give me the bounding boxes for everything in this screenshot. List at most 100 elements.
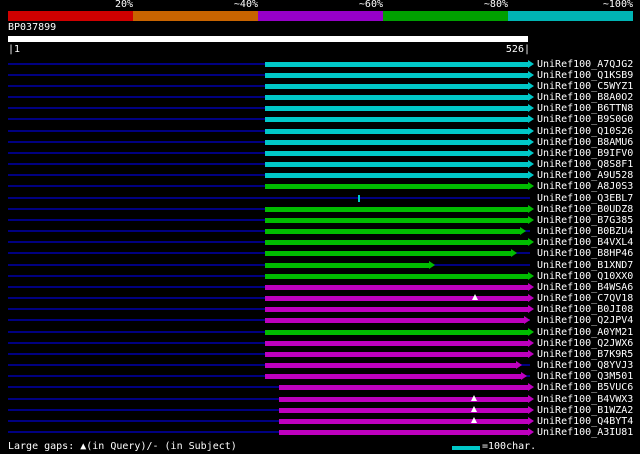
- hit-bar[interactable]: [265, 285, 528, 290]
- hit-bar[interactable]: [265, 352, 528, 357]
- hit-bar[interactable]: [265, 184, 528, 189]
- gap-triangle-icon: [471, 406, 477, 412]
- hit-label[interactable]: UniRef100_B4VXL4: [537, 237, 633, 248]
- hit-arrowhead-icon: [524, 316, 530, 324]
- scale-label-5: ~100%: [602, 0, 633, 10]
- scale-label-4: ~80%: [483, 0, 508, 10]
- hit-bar[interactable]: [265, 173, 528, 178]
- hit-label[interactable]: UniRef100_Q8S8F1: [537, 159, 633, 170]
- hit-label[interactable]: UniRef100_B9S0G0: [537, 114, 633, 125]
- hit-label[interactable]: UniRef100_B8HP46: [537, 248, 633, 259]
- hit-bar[interactable]: [265, 274, 528, 279]
- query-end-tick: 526|: [505, 44, 530, 55]
- hit-label[interactable]: UniRef100_B0UDZ8: [537, 204, 633, 215]
- hit-arrowhead-icon: [528, 149, 534, 157]
- hit-bar[interactable]: [265, 251, 511, 256]
- hit-bar[interactable]: [265, 307, 528, 312]
- hit-arrowhead-icon: [528, 205, 534, 213]
- hit-label[interactable]: UniRef100_B0BZU4: [537, 226, 633, 237]
- hit-bar[interactable]: [265, 73, 528, 78]
- hit-bar[interactable]: [265, 218, 528, 223]
- hit-label[interactable]: UniRef100_B8AMU6: [537, 137, 633, 148]
- hit-label[interactable]: UniRef100_C5WYZ1: [537, 81, 633, 92]
- hit-bar[interactable]: [265, 330, 528, 335]
- hit-arrowhead-icon: [528, 395, 534, 403]
- hit-label[interactable]: UniRef100_B0JI08: [537, 304, 633, 315]
- hit-arrowhead-icon: [528, 238, 534, 246]
- hit-bar[interactable]: [265, 129, 528, 134]
- hit-bar[interactable]: [265, 363, 516, 368]
- hit-bar[interactable]: [265, 84, 528, 89]
- scale-segment-5: [508, 11, 633, 21]
- hit-label[interactable]: UniRef100_B7K9R5: [537, 349, 633, 360]
- hit-label[interactable]: UniRef100_B7G385: [537, 215, 633, 226]
- hit-label[interactable]: UniRef100_B4VWX3: [537, 394, 633, 405]
- hit-label[interactable]: UniRef100_C7QV18: [537, 293, 633, 304]
- hit-arrowhead-icon: [528, 350, 534, 358]
- query-name: BP037899: [8, 22, 57, 33]
- hit-label[interactable]: UniRef100_A7QJG2: [537, 59, 633, 70]
- hit-bar[interactable]: [265, 263, 429, 268]
- hit-label[interactable]: UniRef100_B1XND7: [537, 260, 633, 271]
- hit-bar[interactable]: [265, 62, 528, 67]
- hit-label[interactable]: UniRef100_B8A0O2: [537, 92, 633, 103]
- hit-arrowhead-icon: [528, 272, 534, 280]
- hit-bar[interactable]: [265, 151, 528, 156]
- hit-label[interactable]: UniRef100_B4WSA6: [537, 282, 633, 293]
- hit-label[interactable]: UniRef100_Q3M501: [537, 371, 633, 382]
- blast-alignment-graphic: 20% ~40% ~60% ~80% ~100% BP037899 |1 526| Un…: [0, 0, 640, 454]
- hit-label[interactable]: UniRef100_A3IU81: [537, 427, 633, 438]
- hit-arrowhead-icon: [528, 71, 534, 79]
- hit-label[interactable]: UniRef100_B9IFV0: [537, 148, 633, 159]
- hit-bar[interactable]: [265, 95, 528, 100]
- hit-bar[interactable]: [265, 229, 520, 234]
- hit-label[interactable]: UniRef100_A9U528: [537, 170, 633, 181]
- hit-label[interactable]: UniRef100_Q4BYT4: [537, 416, 633, 427]
- hit-arrowhead-icon: [528, 428, 534, 436]
- hit-arrowhead-icon: [528, 328, 534, 336]
- hit-arrowhead-icon: [516, 361, 522, 369]
- hit-label[interactable]: UniRef100_Q3EBL7: [537, 193, 633, 204]
- scale-label-3: ~60%: [358, 0, 383, 10]
- hit-bar[interactable]: [265, 341, 528, 346]
- query-bar: [8, 36, 528, 42]
- hit-bar[interactable]: [265, 140, 528, 145]
- hit-bar[interactable]: [279, 408, 528, 413]
- hit-bar[interactable]: [279, 385, 528, 390]
- hit-arrowhead-icon: [528, 171, 534, 179]
- hit-label[interactable]: UniRef100_Q2JWX6: [537, 338, 633, 349]
- hit-arrowhead-icon: [528, 82, 534, 90]
- hsp-tick-marker: [358, 195, 360, 202]
- hit-label[interactable]: UniRef100_Q2JPV4: [537, 315, 633, 326]
- hit-arrowhead-icon: [528, 127, 534, 135]
- hit-baseline: [8, 197, 530, 199]
- hit-label[interactable]: UniRef100_A0YM21: [537, 327, 633, 338]
- hit-label[interactable]: UniRef100_Q10S26: [537, 126, 633, 137]
- hit-bar[interactable]: [265, 162, 528, 167]
- hit-label[interactable]: UniRef100_Q8YVJ3: [537, 360, 633, 371]
- hit-label[interactable]: UniRef100_Q10XX0: [537, 271, 633, 282]
- hit-arrowhead-icon: [521, 372, 527, 380]
- hit-bar[interactable]: [265, 240, 528, 245]
- hit-label[interactable]: UniRef100_A8J0S3: [537, 181, 633, 192]
- hit-bar[interactable]: [279, 419, 528, 424]
- hit-label[interactable]: UniRef100_Q1KSB9: [537, 70, 633, 81]
- scale-segment-1: [8, 11, 133, 21]
- hit-label[interactable]: UniRef100_B6TTN8: [537, 103, 633, 114]
- hit-bar[interactable]: [279, 430, 528, 435]
- hit-arrowhead-icon: [528, 104, 534, 112]
- hit-arrowhead-icon: [520, 227, 526, 235]
- hit-bar[interactable]: [265, 318, 524, 323]
- hit-bar[interactable]: [265, 374, 521, 379]
- hit-bar[interactable]: [265, 207, 528, 212]
- gap-triangle-icon: [471, 417, 477, 423]
- hit-arrowhead-icon: [511, 249, 517, 257]
- hit-bar[interactable]: [279, 397, 528, 402]
- scale-label-2: ~40%: [233, 0, 258, 10]
- hit-bar[interactable]: [265, 296, 528, 301]
- hit-label[interactable]: UniRef100_B1WZA2: [537, 405, 633, 416]
- hit-bar[interactable]: [265, 106, 528, 111]
- hit-bar[interactable]: [265, 117, 528, 122]
- hit-label[interactable]: UniRef100_B5VUC6: [537, 382, 633, 393]
- gaps-legend: Large gaps: ▲(in Query)/- (in Subject): [8, 441, 237, 452]
